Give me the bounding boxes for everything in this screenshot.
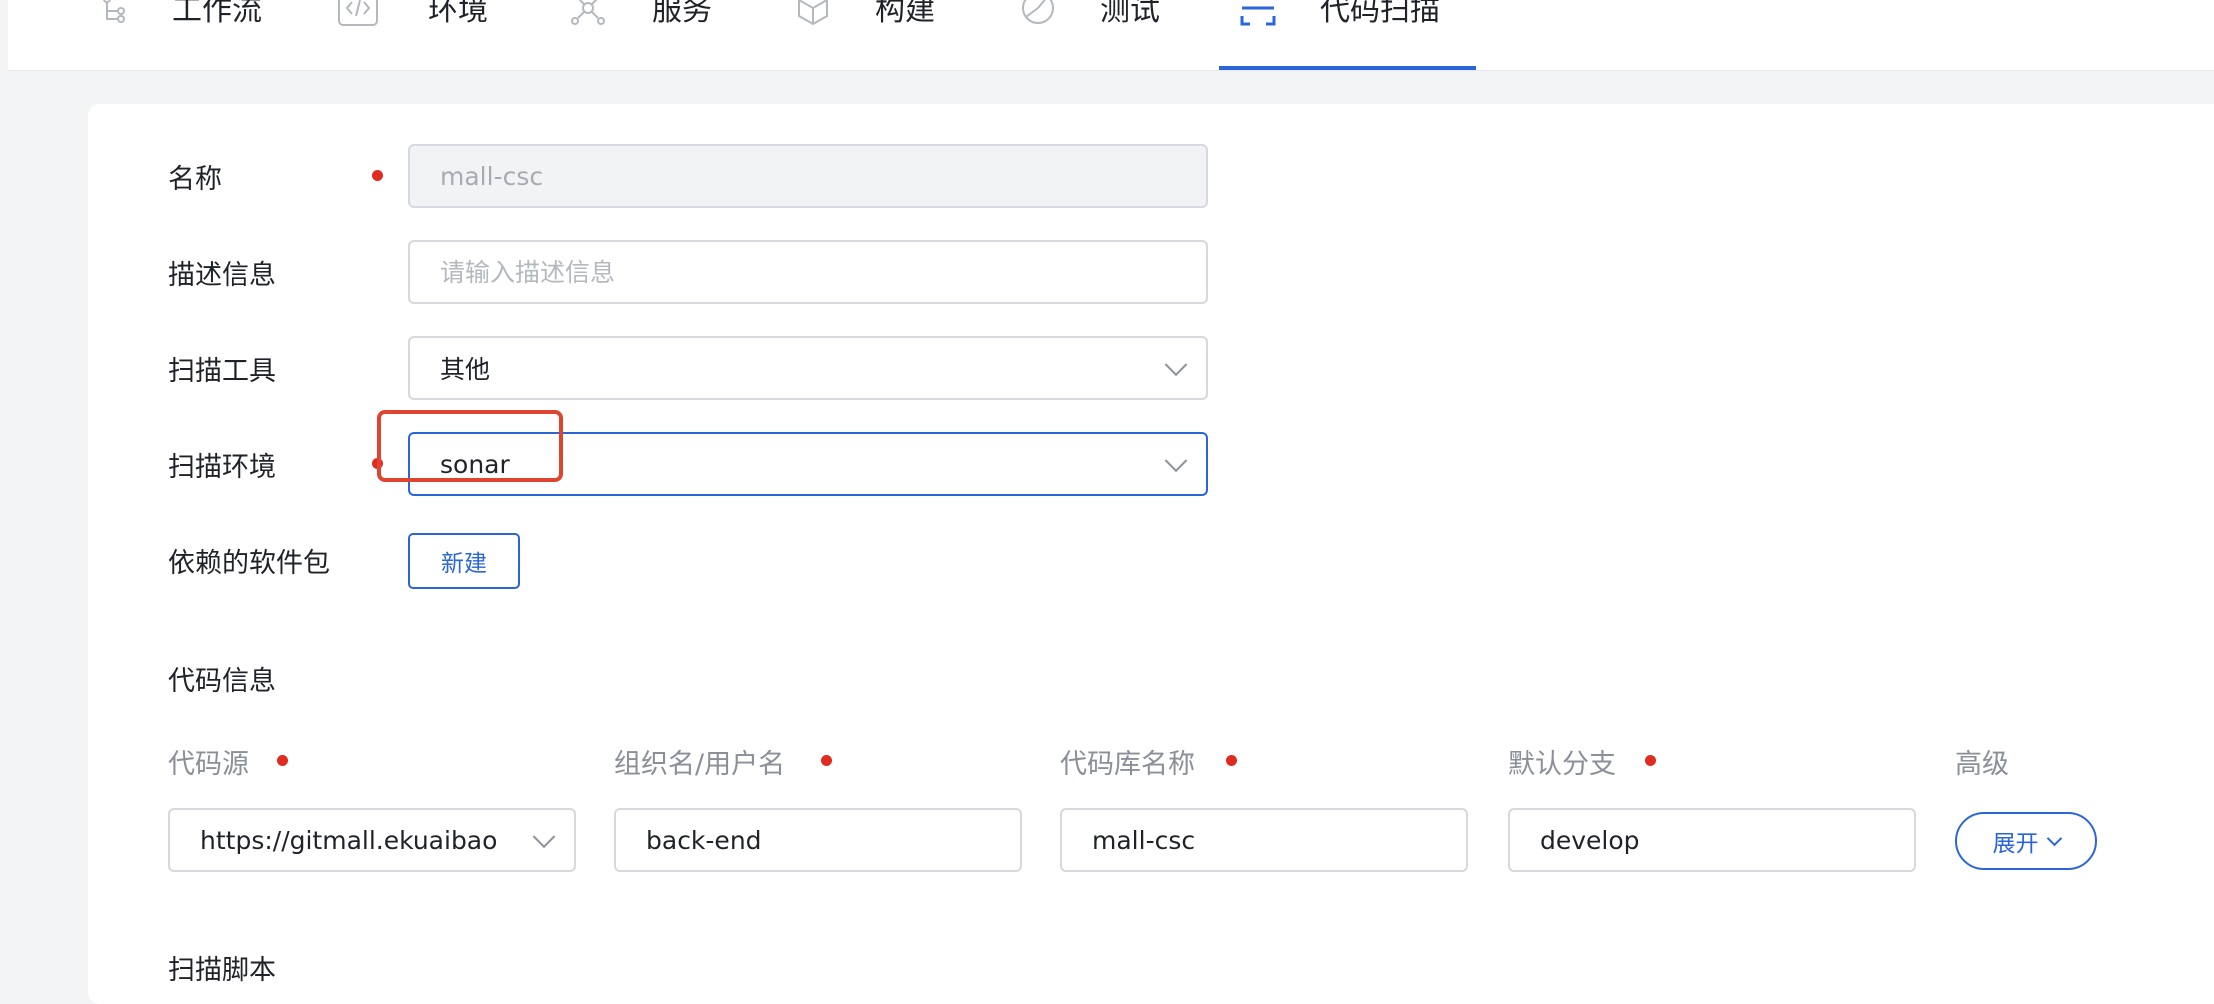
dependencies-label: 依赖的软件包 [168,548,330,579]
code-source-select[interactable]: https://gitmall.ekuaibao [168,808,576,872]
scan-tool-label: 扫描工具 [168,356,276,387]
scan-script-title: 扫描脚本 [168,955,276,986]
active-tab-indicator [1219,66,1476,70]
name-field: mall-csc [408,144,1208,208]
expand-label: 展开 [1992,831,2039,857]
tab-test[interactable]: 测试 [1018,0,1188,70]
tab-workflow[interactable]: 工作流 [88,0,278,70]
chevron-down-icon [2046,830,2062,846]
tab-label: 服务 [652,0,712,28]
required-indicator [821,755,832,766]
repo-value: mall-csc [1092,825,1196,855]
chevron-down-icon [532,825,556,849]
org-label: 组织名/用户名 [614,749,786,780]
org-value: back-end [646,825,762,855]
name-value: mall-csc [440,161,544,191]
branch-value: develop [1540,825,1640,855]
code-icon [338,0,378,28]
repo-select[interactable]: mall-csc [1060,808,1468,872]
tab-label: 测试 [1100,0,1160,28]
tab-code-scan[interactable]: 代码扫描 [1238,0,1468,70]
advanced-label: 高级 [1955,749,2009,780]
annotation-highlight-box [377,410,563,482]
description-input[interactable] [440,257,1206,287]
chevron-down-icon [1164,353,1188,377]
tab-services[interactable]: 服务 [568,0,738,70]
code-source-label: 代码源 [168,749,249,780]
tab-label: 环境 [428,0,488,28]
network-icon [568,0,608,28]
org-select[interactable]: back-end [614,808,1022,872]
required-indicator [1226,755,1237,766]
code-info-title: 代码信息 [168,666,276,697]
top-nav: 工作流 环境 服务 构建 测试 代码扫描 [8,0,2214,71]
cube-icon [793,0,833,28]
name-label: 名称 [168,164,222,195]
tab-build[interactable]: 构建 [793,0,963,70]
tab-label: 代码扫描 [1320,0,1440,28]
tab-label: 工作流 [172,0,262,28]
pie-icon [1018,0,1058,28]
required-indicator [1645,755,1656,766]
new-dependency-button[interactable]: 新建 [408,533,520,589]
scan-icon [1238,0,1278,28]
scan-tool-value: 其他 [440,355,491,384]
description-field[interactable] [408,240,1208,304]
branch-select[interactable]: develop [1508,808,1916,872]
expand-advanced-button[interactable]: 展开 [1955,812,2097,870]
description-label: 描述信息 [168,260,276,291]
code-source-value: https://gitmall.ekuaibao [200,825,498,855]
scan-tool-select[interactable]: 其他 [408,336,1208,400]
repo-label: 代码库名称 [1060,749,1195,780]
tab-environment[interactable]: 环境 [338,0,498,70]
scan-env-label: 扫描环境 [168,452,276,483]
branch-label: 默认分支 [1508,749,1616,780]
required-indicator [372,170,383,181]
workflow-icon [94,0,134,28]
chevron-down-icon [1164,449,1188,473]
required-indicator [277,755,288,766]
tab-label: 构建 [875,0,935,28]
